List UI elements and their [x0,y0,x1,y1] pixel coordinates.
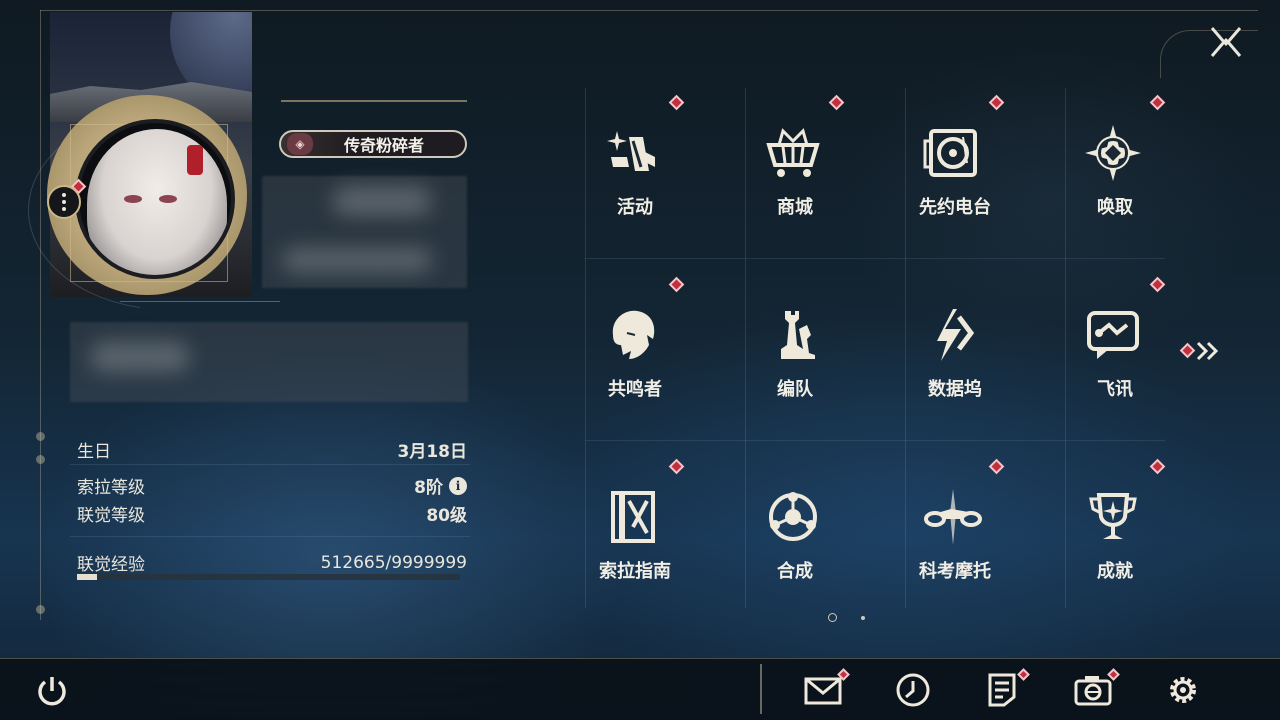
more-options-button[interactable] [47,185,81,219]
menu-label: 共鸣者 [608,379,662,400]
character-head-icon [612,310,655,359]
menu-label: 唤取 [1097,197,1133,218]
menu-item-radio[interactable]: 先约电台 [875,93,1035,243]
stat-label: 联觉经验 [77,555,145,575]
trophy-icon [1089,493,1137,539]
title-divider [281,100,467,102]
stat-label: 联觉等级 [77,506,145,526]
menu-item-messages[interactable]: 飞讯 [1035,275,1195,425]
menu-item-achievements[interactable]: 成就 [1035,457,1195,607]
stat-label: 索拉等级 [77,478,145,498]
power-icon[interactable] [34,673,70,709]
frame-tick [36,455,45,464]
menu-label: 飞讯 [1097,379,1133,400]
title-badge-label: 传奇粉碎者 [343,136,424,155]
avatar-character [87,129,227,275]
gear-icon[interactable] [1163,670,1203,710]
stat-value: 3月18日 [397,442,468,462]
notice-icon[interactable] [983,670,1023,710]
close-icon[interactable] [1208,24,1244,60]
frame-tick [36,605,45,614]
info-icon[interactable]: i [449,476,467,495]
pager-dot-active[interactable] [828,613,837,622]
notification-dot [1179,342,1196,359]
grid-line [585,258,1165,259]
menu-label: 数据坞 [928,379,982,400]
stat-divider [70,536,470,537]
guide-book-icon [611,491,655,543]
menu-item-convene[interactable]: 唤取 [1035,93,1195,243]
next-page-button[interactable] [1179,340,1220,362]
exp-progress-bar [77,574,460,580]
menu-label: 索拉指南 [599,561,671,582]
menu-item-resonators[interactable]: 共鸣者 [555,275,715,425]
signature-blurred [70,322,468,402]
stat-divider [70,464,470,465]
stat-value: 8阶 [414,478,443,498]
menu-item-guidebook[interactable]: 索拉指南 [555,457,715,607]
frame-top-line [40,10,1258,11]
turntable-icon [923,129,977,177]
menu-label: 编队 [777,379,813,400]
profile-divider [120,301,280,302]
menu-item-motorbike[interactable]: 科考摩托 [875,457,1035,607]
menu-label: 活动 [617,197,653,218]
title-emblem-icon: ◈ [287,133,313,155]
mail-icon[interactable] [803,670,843,710]
compass-star-icon [1085,125,1141,181]
frame-left-line [40,10,41,620]
stat-label: 生日 [77,442,111,462]
avatar-eye [159,195,177,203]
stat-union-level: 联觉等级 80级 [77,501,467,526]
menu-item-data-bank[interactable]: 数据坞 [875,275,1035,425]
exp-progress-fill [77,574,97,580]
synthesis-icon [769,492,817,541]
avatar[interactable] [75,119,235,279]
menu-label: 科考摩托 [919,561,991,582]
menu-item-shop[interactable]: 商城 [715,93,875,243]
grid-line [585,440,1165,441]
avatar-eye [124,195,142,203]
camera-icon[interactable] [1073,670,1113,710]
frame-tick [36,432,45,441]
chess-pieces-icon [781,311,815,359]
pager-dot[interactable] [861,616,865,620]
stat-union-exp: 联觉经验 512665/9999999 [77,550,467,576]
chevron-double-right-icon [1196,341,1219,361]
bottom-divider [760,664,762,714]
data-dock-icon [937,309,975,361]
motorbike-icon [924,489,982,545]
stat-value: 80级 [426,506,467,526]
avatar-ribbon [187,145,203,175]
menu-item-synthesis[interactable]: 合成 [715,457,875,607]
menu-item-team[interactable]: 编队 [715,275,875,425]
menu-item-activity[interactable]: 活动 [555,93,715,243]
title-badge[interactable]: ◈ 传奇粉碎者 [279,130,467,158]
menu-label: 成就 [1097,561,1133,582]
stat-birthday: 生日 3月18日 [77,437,467,462]
sparkle-stripes-icon [607,131,655,171]
player-name-blurred [262,176,467,288]
menu-label: 先约电台 [919,197,991,218]
chat-bubble-icon [1087,311,1139,359]
stat-value: 512665/9999999 [320,552,467,573]
menu-label: 合成 [777,561,813,582]
crown-cart-icon [766,128,820,177]
menu-label: 商城 [777,197,813,218]
clock-icon[interactable] [893,670,933,710]
stat-sola-level: 索拉等级 8阶 i [77,473,467,498]
